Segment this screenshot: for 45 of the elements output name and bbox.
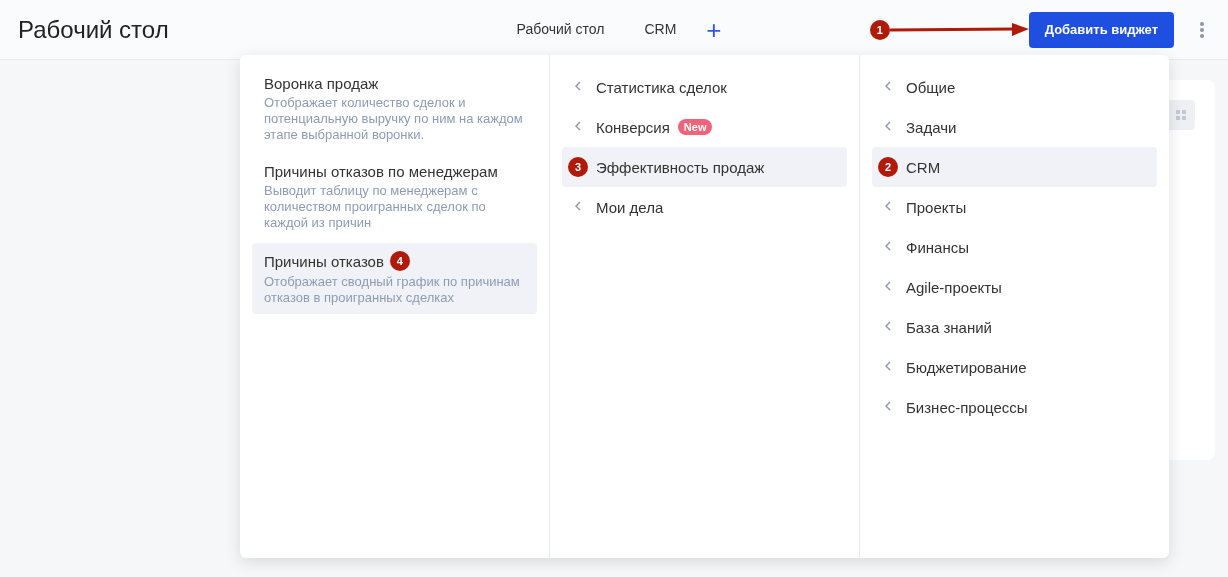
menu-item[interactable]: Проекты (872, 187, 1157, 227)
new-badge: New (677, 119, 713, 135)
step-marker: 2 (878, 157, 898, 177)
widget-title: Причины отказов (264, 252, 384, 270)
step-marker: 4 (389, 251, 410, 271)
widget-description: Выводит таблицу по менеджерам с количеством проигранных сделок по каждой из причин (264, 183, 487, 231)
chevron-left-icon (885, 401, 891, 411)
chevron-left-icon (885, 241, 891, 251)
drag-handle[interactable] (1167, 100, 1195, 130)
chevron-left-icon (885, 321, 891, 331)
menu-item[interactable]: Общие (872, 67, 1157, 107)
menu-item[interactable]: Статистика сделок (562, 67, 847, 107)
chevron-left-icon (575, 81, 581, 91)
widget-description: Отображает количество сделок и потенциальную выручку по ним на каждом этапе выбранной воронки. (264, 95, 524, 143)
chevron-left-icon (885, 81, 891, 91)
dashboard-tab[interactable]: CRM (624, 12, 697, 47)
menu-item[interactable]: Мои дела (562, 187, 847, 227)
add-tab-button[interactable]: + (696, 16, 732, 43)
widget-option[interactable]: Причины отказов 4 Отображает сводный график по причинам отказов в проигранных сделках (252, 243, 537, 314)
widget-title: Воронка продаж (264, 75, 379, 92)
chevron-left-icon (885, 361, 891, 371)
chevron-left-icon (575, 201, 581, 211)
widget-option[interactable]: Причины отказов по менеджерам Выводит таблицу по менеджерам с количеством проигранных сделок по каждой из причин (252, 155, 537, 239)
menu-item[interactable]: Бизнес-процессы (872, 387, 1157, 427)
widget-option[interactable]: Воронка продаж Отображает количество сделок и потенциальную выручку по ним на каждом этапе выбранной воронки. (252, 67, 537, 151)
menu-item[interactable]: База знаний (872, 307, 1157, 347)
chevron-left-icon (885, 201, 891, 211)
menu-item[interactable]: Agile-проекты (872, 267, 1157, 307)
chevron-left-icon (885, 281, 891, 291)
menu-item[interactable]: Бюджетирование (872, 347, 1157, 387)
chevron-left-icon (885, 121, 891, 131)
widget-description: Отображает сводный график по причинам отказов в проигранных сделках (264, 274, 521, 306)
menu-item[interactable]: Финансы (872, 227, 1157, 267)
menu-item[interactable]: Конверсия New (562, 107, 847, 147)
add-widget-button[interactable]: Добавить виджет (1028, 11, 1174, 48)
menu-item[interactable]: 3 Эффективность продаж (562, 147, 847, 187)
menu-item[interactable]: 2 CRM (872, 147, 1157, 187)
widget-title: Причины отказов по менеджерам (264, 163, 498, 180)
page-title: Рабочий стол (18, 15, 170, 44)
dashboard-tab[interactable]: Рабочий стол (496, 12, 625, 47)
step-marker: 3 (568, 157, 588, 177)
chevron-left-icon (575, 121, 581, 131)
menu-item[interactable]: Задачи (872, 107, 1157, 147)
step-marker: 1 (869, 19, 890, 40)
grid-icon (1176, 110, 1186, 120)
